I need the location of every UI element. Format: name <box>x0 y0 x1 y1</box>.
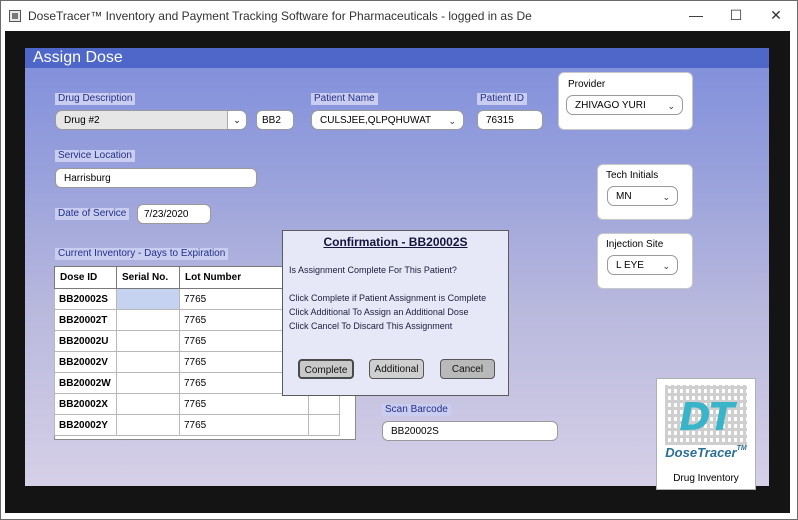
chevron-down-icon: ⌄ <box>667 101 675 111</box>
provider-label: Provider <box>568 79 606 90</box>
chevron-down-icon[interactable]: ⌄ <box>227 111 246 129</box>
scan-barcode-field[interactable]: BB20002S <box>382 421 558 441</box>
serial-cell[interactable] <box>116 330 180 352</box>
drug-description-value: Drug #2 <box>64 115 100 126</box>
lot-number-cell[interactable]: 7765 <box>179 414 309 436</box>
table-row[interactable]: BB20002Y 7765 <box>54 414 340 436</box>
drug-code-field[interactable]: BB2 <box>256 110 294 130</box>
app-icon[interactable] <box>9 10 21 22</box>
dose-id-cell[interactable]: BB20002S <box>54 288 117 310</box>
service-location-label: Service Location <box>55 150 135 162</box>
tech-initials-select[interactable]: MN ⌄ <box>607 186 678 206</box>
logo-trademark: TM <box>736 445 747 452</box>
column-header-dose-id[interactable]: Dose ID <box>54 266 117 289</box>
drug-description-select[interactable]: Drug #2 ⌄ <box>55 110 247 130</box>
patient-id-label: Patient ID <box>477 93 527 105</box>
injection-site-label: Injection Site <box>606 239 664 250</box>
tech-initials-value: MN <box>616 191 632 202</box>
minimize-button[interactable]: — <box>677 4 715 26</box>
additional-button[interactable]: Additional <box>369 359 424 379</box>
section-title: Assign Dose <box>25 48 769 68</box>
maximize-button[interactable]: ☐ <box>717 4 755 26</box>
window-title: DoseTracer™ Inventory and Payment Tracki… <box>28 9 532 23</box>
column-header-serial-no[interactable]: Serial No. <box>116 266 180 289</box>
dialog-question: Is Assignment Complete For This Patient? <box>289 265 457 275</box>
injection-site-select[interactable]: L EYE ⌄ <box>607 255 678 275</box>
patient-name-select[interactable]: CULSJEE,QLPQHUWAT ⌄ <box>311 110 464 130</box>
logo-name-text: DoseTracer <box>665 445 737 460</box>
extra-cell <box>308 393 340 415</box>
date-of-service-field[interactable]: 7/23/2020 <box>137 204 211 224</box>
complete-button[interactable]: Complete <box>298 359 354 379</box>
chevron-down-icon: ⌄ <box>448 116 456 126</box>
service-location-field[interactable]: Harrisburg <box>55 168 257 188</box>
close-button[interactable]: ✕ <box>757 4 795 26</box>
dose-id-cell[interactable]: BB20002T <box>54 309 117 331</box>
dose-id-cell[interactable]: BB20002X <box>54 393 117 415</box>
serial-cell[interactable] <box>116 309 180 331</box>
dose-id-cell[interactable]: BB20002Y <box>54 414 117 436</box>
dose-id-cell[interactable]: BB20002W <box>54 372 117 394</box>
confirmation-dialog: Confirmation - BB20002S Is Assignment Co… <box>282 230 509 396</box>
patient-name-label: Patient Name <box>311 93 378 105</box>
dose-id-cell[interactable]: BB20002V <box>54 351 117 373</box>
patient-name-value: CULSJEE,QLPQHUWAT <box>320 115 432 126</box>
tech-initials-label: Tech Initials <box>606 170 659 181</box>
dialog-line-complete: Click Complete if Patient Assignment is … <box>289 293 487 303</box>
extra-cell <box>308 414 340 436</box>
dose-id-cell[interactable]: BB20002U <box>54 330 117 352</box>
chevron-down-icon: ⌄ <box>662 261 670 271</box>
provider-select[interactable]: ZHIVAGO YURI ⌄ <box>566 95 683 115</box>
inventory-label: Current Inventory - Days to Expiration <box>55 248 229 260</box>
dialog-line-additional: Click Additional To Assign an Additional… <box>289 307 469 317</box>
dialog-line-cancel: Click Cancel To Discard This Assignment <box>289 321 453 331</box>
chevron-down-icon: ⌄ <box>662 192 670 202</box>
injection-site-value: L EYE <box>616 260 644 271</box>
lot-number-cell[interactable]: 7765 <box>179 393 309 415</box>
drug-description-label: Drug Description <box>55 93 136 105</box>
serial-cell[interactable] <box>116 414 180 436</box>
serial-cell[interactable] <box>116 393 180 415</box>
logo-letters: DT <box>679 395 734 439</box>
serial-cell[interactable] <box>116 288 180 310</box>
serial-cell[interactable] <box>116 351 180 373</box>
title-bar: DoseTracer™ Inventory and Payment Tracki… <box>1 1 797 31</box>
provider-value: ZHIVAGO YURI <box>575 100 646 111</box>
logo-name: DoseTracerTM <box>657 445 755 460</box>
scan-barcode-label: Scan Barcode <box>382 404 451 416</box>
serial-cell[interactable] <box>116 372 180 394</box>
dosetracer-logo: DT DoseTracerTM Drug Inventory <box>656 378 756 490</box>
cancel-button[interactable]: Cancel <box>440 359 495 379</box>
logo-subtitle: Drug Inventory <box>673 473 739 484</box>
table-row[interactable]: BB20002X 7765 <box>54 393 340 415</box>
patient-id-field[interactable]: 76315 <box>477 110 543 130</box>
dialog-title: Confirmation - BB20002S <box>323 235 468 249</box>
date-of-service-label: Date of Service <box>55 208 130 220</box>
